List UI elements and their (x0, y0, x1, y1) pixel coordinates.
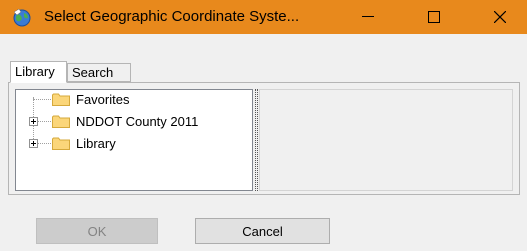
minimize-icon (362, 16, 374, 18)
tab-search[interactable]: Search (67, 63, 131, 82)
tab-library-label: Library (15, 64, 55, 79)
close-icon (494, 11, 506, 23)
window-title: Select Geographic Coordinate Syste... (44, 8, 300, 25)
tree-node-nddot-county-2011[interactable]: NDDOT County 2011 (52, 112, 198, 130)
expand-icon[interactable] (29, 117, 38, 126)
tree-connector (33, 99, 51, 100)
globe-icon (11, 6, 33, 28)
cancel-button[interactable]: Cancel (195, 218, 330, 244)
maximize-button[interactable] (411, 0, 457, 34)
expand-icon[interactable] (29, 139, 38, 148)
cancel-button-label: Cancel (242, 223, 283, 239)
minimize-button[interactable] (345, 0, 391, 34)
tree-node-label: NDDOT County 2011 (76, 113, 199, 129)
tree-connector (38, 121, 51, 122)
details-pane (259, 89, 513, 191)
tree-node-label: Library (76, 135, 116, 151)
tree-node-label: Favorites (76, 91, 130, 107)
maximize-icon (428, 11, 440, 23)
close-button[interactable] (477, 0, 523, 34)
tree-node-library[interactable]: Library (52, 134, 116, 152)
title-bar[interactable]: Select Geographic Coordinate Syste... (0, 0, 527, 34)
tab-search-label: Search (72, 65, 114, 80)
folder-icon (52, 137, 70, 150)
ok-button[interactable]: OK (36, 218, 158, 244)
folder-icon (52, 93, 70, 106)
tree-view[interactable]: Favorites NDDOT County 2011 Library (15, 89, 253, 191)
tree-node-favorites[interactable]: Favorites (52, 90, 129, 108)
tree-connector (38, 143, 51, 144)
splitter-handle[interactable] (255, 89, 258, 191)
tab-library[interactable]: Library (10, 61, 67, 83)
ok-button-label: OK (87, 223, 107, 239)
folder-icon (52, 115, 70, 128)
